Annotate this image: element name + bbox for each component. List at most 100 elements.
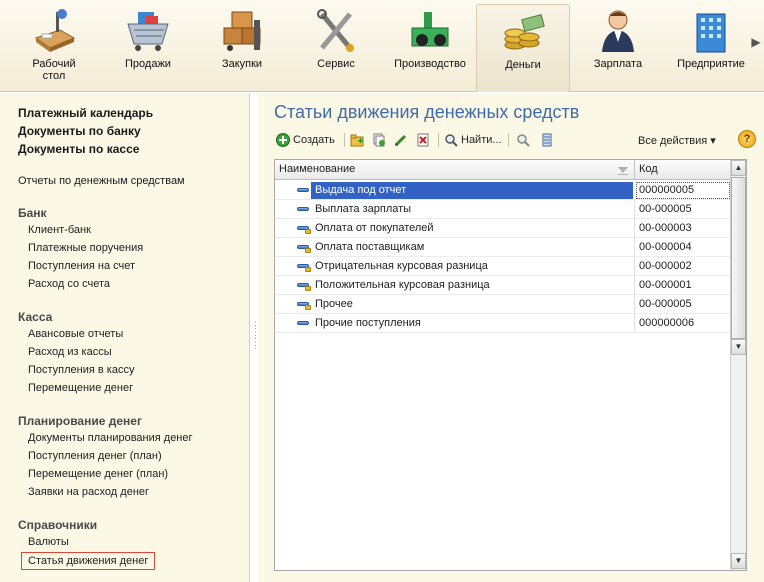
section-desktop[interactable]: Рабочий стол xyxy=(18,4,90,90)
vertical-scrollbar[interactable]: ▲ ▼ ▼ xyxy=(730,160,746,570)
folder-add-icon xyxy=(350,133,364,147)
nav-group-references: Справочники xyxy=(18,518,98,532)
item-predefined-icon xyxy=(297,224,311,234)
table-row[interactable]: Оплата от покупателей 00-000003 xyxy=(275,219,731,238)
section-label: Производство xyxy=(394,58,466,70)
search-cancel-icon xyxy=(516,133,530,147)
scroll-thumb[interactable] xyxy=(731,177,746,339)
row-code: 00-000001 xyxy=(639,279,692,291)
table-row[interactable]: Выплата зарплаты 00-000005 xyxy=(275,200,731,219)
item-predefined-icon xyxy=(297,281,311,291)
nav-money-reports[interactable]: Отчеты по денежным средствам xyxy=(18,175,185,187)
nav-item-cash-receipts[interactable]: Поступления в кассу xyxy=(28,364,134,376)
delete-icon xyxy=(416,133,430,147)
cell-divider xyxy=(634,200,635,219)
nav-group-bank: Банк xyxy=(18,206,47,220)
cell-divider xyxy=(634,257,635,276)
table-row[interactable]: Оплата поставщикам 00-000004 xyxy=(275,238,731,257)
scroll-down-icon[interactable]: ▼ xyxy=(731,553,746,569)
nav-payment-calendar[interactable]: Платежный календарь xyxy=(18,106,153,120)
item-predefined-icon xyxy=(297,300,311,310)
row-code: 00-000002 xyxy=(639,260,692,272)
cell-divider xyxy=(634,314,635,333)
table-row[interactable]: Отрицательная курсовая разница 00-000002 xyxy=(275,257,731,276)
copy-add-icon xyxy=(372,133,386,147)
panel-splitter[interactable]: ⋮ ⋮ ⋮ xyxy=(251,320,260,350)
row-code: 00-000004 xyxy=(639,241,692,253)
create-folder-button[interactable] xyxy=(350,131,367,149)
row-name: Выплата зарплаты xyxy=(315,203,412,215)
section-label: Предприятие xyxy=(677,58,745,70)
item-icon xyxy=(297,319,309,327)
section-salary[interactable]: Зарплата xyxy=(582,4,654,90)
table-row[interactable]: Прочие поступления 000000006 xyxy=(275,314,731,333)
coins-icon xyxy=(499,9,547,55)
cart-icon xyxy=(124,8,172,54)
nav-item-planned-receipts[interactable]: Поступления денег (план) xyxy=(28,450,162,462)
all-actions-menu[interactable]: Все действия ▾ xyxy=(638,131,716,149)
page-title: Статьи движения денежных средств xyxy=(274,102,580,122)
nav-item-client-bank[interactable]: Клиент-банк xyxy=(28,224,91,236)
nav-group-cash: Касса xyxy=(18,310,53,324)
nav-item-money-transfer[interactable]: Перемещение денег xyxy=(28,382,133,394)
cancel-search-button[interactable] xyxy=(516,131,533,149)
edit-button[interactable] xyxy=(394,131,411,149)
row-name: Прочие поступления xyxy=(315,317,421,329)
nav-item-currencies[interactable]: Валюты xyxy=(28,536,69,548)
section-production[interactable]: Производство xyxy=(390,4,470,90)
cash-flow-items-table[interactable]: Наименование Код Выдача под отчет 000000… xyxy=(274,159,747,571)
factory-icon xyxy=(406,8,454,54)
row-code: 00-000005 xyxy=(639,298,692,310)
nav-item-cash-flow-items[interactable]: Статья движения денег xyxy=(20,552,156,570)
section-service[interactable]: Сервис xyxy=(300,4,372,90)
help-icon[interactable]: ? xyxy=(738,130,756,148)
item-predefined-icon xyxy=(297,243,311,253)
copy-button[interactable] xyxy=(372,131,389,149)
section-label: Зарплата xyxy=(593,58,643,70)
section-label: Сервис xyxy=(317,58,355,70)
list-settings-button[interactable] xyxy=(540,131,557,149)
scroll-page-down-icon[interactable]: ▼ xyxy=(731,339,746,355)
nav-item-payment-orders[interactable]: Платежные поручения xyxy=(28,242,143,254)
scroll-up-icon[interactable]: ▲ xyxy=(731,160,746,176)
section-purchases[interactable]: Закупки xyxy=(206,4,278,90)
row-name: Прочее xyxy=(315,298,353,310)
column-divider[interactable] xyxy=(634,160,635,180)
table-row[interactable]: Положительная курсовая разница 00-000001 xyxy=(275,276,731,295)
sections-scroll-right-icon[interactable]: ▶ xyxy=(750,30,762,54)
find-button[interactable]: Найти... xyxy=(444,131,502,149)
nav-cash-documents[interactable]: Документы по кассе xyxy=(18,142,139,156)
create-button[interactable]: Создать xyxy=(276,131,335,149)
column-header-code[interactable]: Код xyxy=(639,163,658,175)
section-enterprise[interactable]: Предприятие xyxy=(672,4,750,90)
table-header: Наименование Код xyxy=(275,160,731,180)
row-name: Оплата поставщикам xyxy=(315,241,425,253)
delete-mark-button[interactable] xyxy=(416,131,433,149)
sort-icon[interactable] xyxy=(618,166,628,175)
nav-item-cash-expense[interactable]: Расход из кассы xyxy=(28,346,112,358)
section-sales[interactable]: Продажи xyxy=(112,4,184,90)
section-label: Закупки xyxy=(221,58,263,70)
search-icon xyxy=(444,133,458,147)
nav-item-expense-requests[interactable]: Заявки на расход денег xyxy=(28,486,149,498)
column-header-name[interactable]: Наименование xyxy=(279,163,355,175)
nav-item-account-receipts[interactable]: Поступления на счет xyxy=(28,260,135,272)
row-name: Оплата от покупателей xyxy=(315,222,434,234)
table-row[interactable]: Прочее 00-000005 xyxy=(275,295,731,314)
nav-item-planning-documents[interactable]: Документы планирования денег xyxy=(28,432,193,444)
row-code: 000000006 xyxy=(639,317,695,329)
item-icon xyxy=(297,205,309,213)
row-code: 00-000005 xyxy=(639,203,692,215)
boxes-icon xyxy=(218,8,266,54)
row-code: 00-000003 xyxy=(639,222,692,234)
table-row[interactable]: Выдача под отчет 000000005 xyxy=(275,181,731,200)
list-icon xyxy=(540,133,554,147)
nav-item-planned-transfer[interactable]: Перемещение денег (план) xyxy=(28,468,168,480)
section-money[interactable]: Деньги xyxy=(476,4,570,92)
nav-item-advance-reports[interactable]: Авансовые отчеты xyxy=(28,328,123,340)
nav-item-account-expenses[interactable]: Расход со счета xyxy=(28,278,110,290)
section-label: Рабочий стол xyxy=(32,58,76,82)
main-panel: Статьи движения денежных средств Создать xyxy=(258,93,764,582)
nav-bank-documents[interactable]: Документы по банку xyxy=(18,124,141,138)
section-label: Продажи xyxy=(125,58,171,70)
